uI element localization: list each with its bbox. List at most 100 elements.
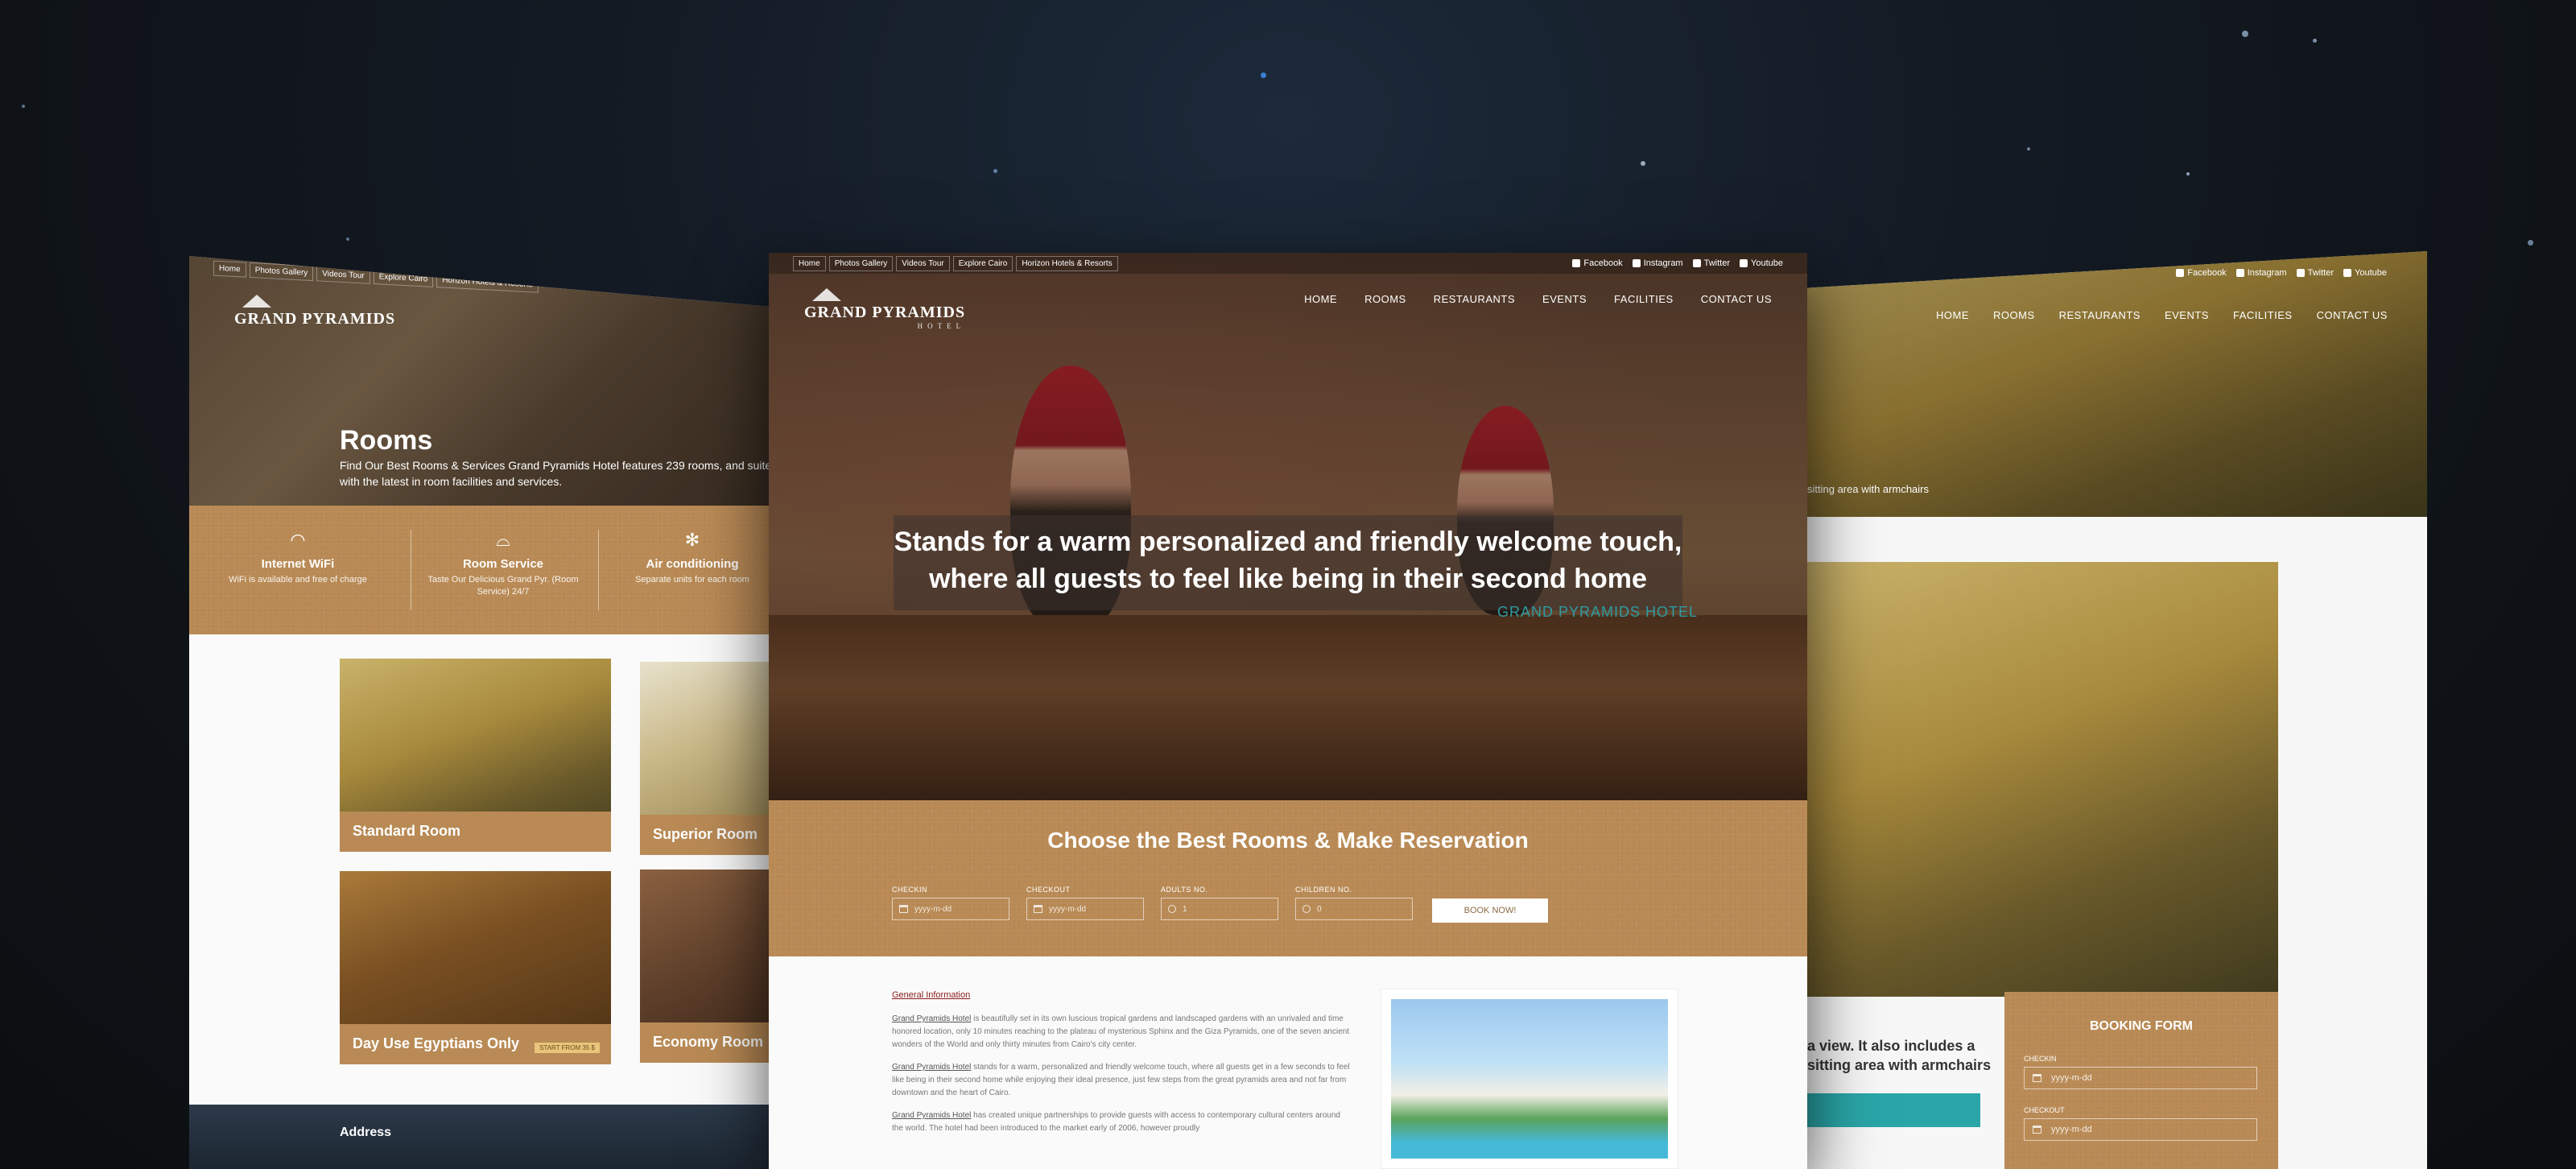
pyramid-logo-icon — [812, 288, 841, 301]
star — [2027, 147, 2030, 151]
star — [1641, 161, 1645, 166]
top-link-home[interactable]: Home — [793, 255, 826, 271]
hero-tagline: Stands for a warm personalized and frien… — [894, 515, 1682, 610]
nav-rooms[interactable]: ROOMS — [1364, 293, 1406, 305]
youtube-link[interactable]: Youtube — [2343, 268, 2387, 278]
nav-facilities[interactable]: FACILITIES — [2233, 309, 2293, 321]
divider — [598, 530, 599, 610]
instagram-link[interactable]: Instagram — [1632, 258, 1683, 268]
top-link-horizon[interactable]: Horizon Hotels & Resorts — [1016, 255, 1118, 271]
hero-subtitle: GRAND PYRAMIDS HOTEL — [1497, 604, 1699, 620]
calendar-icon — [2033, 1126, 2041, 1134]
feature-air-conditioning: ✻ Air conditioning Separate units for ea… — [600, 530, 785, 586]
top-link-home[interactable]: Home — [213, 260, 246, 278]
top-link-horizon[interactable]: Horizon Hotels & Resorts — [436, 271, 539, 293]
reservation-bar: Choose the Best Rooms & Make Reservation… — [769, 800, 1807, 956]
top-link-videos[interactable]: Videos Tour — [896, 255, 950, 271]
info-paragraph: Grand Pyramids Hotel stands for a warm, … — [892, 1063, 1350, 1097]
info-paragraph: Grand Pyramids Hotel is beautifully set … — [892, 1014, 1350, 1049]
top-link-videos[interactable]: Videos Tour — [316, 265, 370, 284]
room-card-standard[interactable]: Standard Room — [340, 659, 611, 852]
rooms-page-preview: Home Photos Gallery Videos Tour Explore … — [189, 256, 817, 1169]
footer: Address — [189, 1105, 817, 1169]
youtube-link[interactable]: Youtube — [1740, 258, 1783, 268]
instagram-link[interactable]: Instagram — [2235, 268, 2287, 278]
address-heading: Address — [340, 1126, 392, 1139]
star — [2186, 172, 2190, 176]
facebook-icon — [1572, 259, 1581, 267]
nav-rooms[interactable]: ROOMS — [1993, 309, 2035, 321]
twitter-link[interactable]: Twitter — [2296, 268, 2334, 278]
nav-events[interactable]: EVENTS — [1542, 293, 1587, 305]
snowflake-icon: ✻ — [684, 530, 700, 550]
book-now-button[interactable]: BOOK NOW! — [1432, 898, 1548, 923]
top-link-photos[interactable]: Photos Gallery — [249, 262, 314, 281]
logo[interactable]: Grand Pyramids HOTEL — [804, 288, 965, 330]
booking-form-title: BOOKING FORM — [2090, 1019, 2193, 1033]
nav-contact[interactable]: CONTACT US — [1701, 293, 1772, 305]
checkin-field[interactable]: yyyy-m-dd — [892, 898, 1009, 920]
checkin-field[interactable]: yyyy-m-dd — [2024, 1067, 2257, 1089]
page-description: Find Our Best Rooms & Services Grand Pyr… — [340, 459, 778, 488]
facebook-link[interactable]: Facebook — [2176, 268, 2227, 278]
facebook-link[interactable]: Facebook — [1572, 258, 1623, 268]
info-paragraph: Grand Pyramids Hotel has created unique … — [892, 1111, 1340, 1133]
star — [2242, 31, 2248, 37]
hotel-link[interactable]: Grand Pyramids Hotel — [892, 1111, 971, 1120]
nav-restaurants[interactable]: RESTAURANTS — [2059, 309, 2140, 321]
top-link-photos[interactable]: Photos Gallery — [828, 255, 894, 271]
nav-facilities[interactable]: FACILITIES — [1614, 293, 1674, 305]
hotel-link[interactable]: Grand Pyramids Hotel — [892, 1014, 971, 1023]
booking-form: BOOKING FORM CHECKIN yyyy-m-dd CHECKOUT … — [2004, 992, 2278, 1169]
room-detail-body: a view. It also includes a sitting area … — [1807, 517, 2427, 1169]
general-info-section: General Information Grand Pyramids Hotel… — [769, 956, 1807, 1169]
top-link-cairo[interactable]: Explore Cairo — [373, 268, 434, 287]
room-service-icon: ⌓ — [496, 530, 510, 550]
checkout-field[interactable]: yyyy-m-dd — [1026, 898, 1144, 920]
nav-restaurants[interactable]: RESTAURANTS — [1434, 293, 1515, 305]
calendar-icon — [899, 905, 908, 913]
checkout-field[interactable]: yyyy-m-dd — [2024, 1118, 2257, 1141]
star — [2313, 39, 2317, 43]
reservation-title: Choose the Best Rooms & Make Reservation — [1047, 828, 1529, 853]
room-description: a view. It also includes a sitting area … — [1807, 1038, 1992, 1073]
star — [346, 238, 349, 241]
top-link-cairo[interactable]: Explore Cairo — [952, 255, 1013, 271]
hotel-link[interactable]: Grand Pyramids Hotel — [892, 1063, 971, 1072]
twitter-icon — [2296, 269, 2305, 277]
nav-events[interactable]: EVENTS — [2165, 309, 2209, 321]
user-icon — [1168, 905, 1176, 913]
calendar-icon — [1034, 905, 1042, 913]
nav-home[interactable]: HOME — [1936, 309, 1969, 321]
user-icon — [1302, 905, 1311, 913]
star — [22, 105, 25, 108]
children-field[interactable]: 0 — [1295, 898, 1413, 920]
facebook-icon — [2176, 269, 2185, 277]
star — [993, 169, 997, 173]
hero-caption: sitting area with armchairs — [1807, 483, 1929, 495]
feature-wifi: ◠ Internet WiFi WiFi is available and fr… — [205, 530, 390, 586]
adults-field[interactable]: 1 — [1161, 898, 1278, 920]
page-title: Rooms — [340, 425, 433, 456]
teal-button[interactable] — [1807, 1093, 1980, 1127]
room-detail-preview: sitting area with armchairs Facebook Ins… — [1807, 251, 2427, 1169]
room-hero-image: sitting area with armchairs — [1807, 251, 2427, 517]
twitter-icon — [1692, 259, 1701, 267]
nav-home[interactable]: HOME — [1304, 293, 1337, 305]
feature-room-service: ⌓ Room Service Taste Our Delicious Grand… — [411, 530, 596, 598]
logo[interactable]: Grand Pyramids — [234, 295, 395, 328]
twitter-link[interactable]: Twitter — [1692, 258, 1730, 268]
star — [1261, 72, 1266, 78]
room-card-day-use[interactable]: Day Use Egyptians Only START FROM 35 $ — [340, 871, 611, 1064]
instagram-icon — [1632, 259, 1641, 267]
youtube-icon — [2343, 269, 2352, 277]
general-info-heading[interactable]: General Information — [892, 989, 1351, 1002]
hotel-photo-card — [1381, 989, 1678, 1169]
homepage-preview: Home Photos Gallery Videos Tour Explore … — [769, 253, 1807, 1169]
price-ribbon: START FROM 35 $ — [535, 1043, 600, 1053]
nav-contact[interactable]: CONTACT US — [2317, 309, 2388, 321]
star — [2528, 240, 2533, 246]
hotel-pool-photo — [1391, 999, 1668, 1159]
reception-desk — [769, 615, 1807, 800]
calendar-icon — [2033, 1074, 2041, 1082]
